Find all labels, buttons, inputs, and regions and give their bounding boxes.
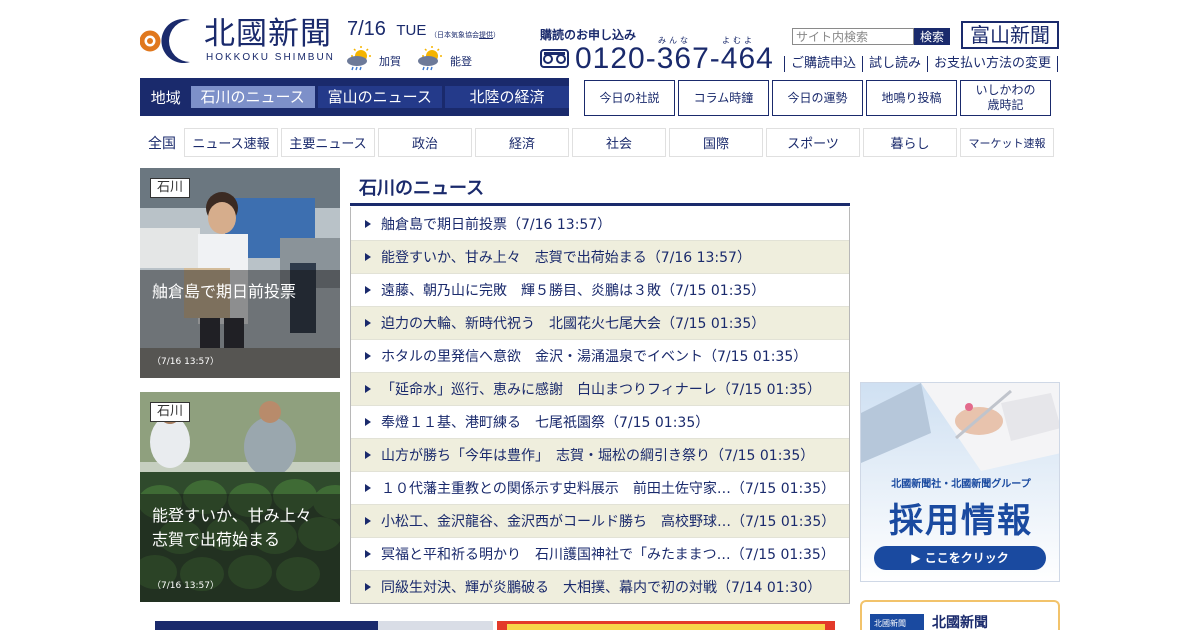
subscribe-link[interactable]: ご購読申込 [784,56,862,72]
toyama-shimbun-link[interactable]: 富山新聞 [961,21,1059,49]
column-jisho-button[interactable]: コラム時鐘 [678,80,769,116]
weather-credit: （日本気象協会提供） [430,31,500,39]
ishikawa-calendar-button[interactable]: いしかわの 歳時記 [960,80,1051,116]
category-nav: 全国 ニュース速報 主要ニュース 政治 経済 社会 国際 スポーツ 暮らし マー… [140,128,1057,157]
arrow-right-icon [365,219,371,228]
tab-ishikawa-news[interactable]: 石川のニュース [190,86,315,108]
search-button[interactable]: 検索 [914,28,950,45]
app-title: 北國新聞 [932,615,988,630]
logo-subtitle: HOKKOKU SHIMBUN [206,52,335,63]
recruit-title: 採用情報 [889,501,1033,541]
current-date: 7/16 TUE [347,18,426,41]
bottom-banner-2[interactable] [497,621,835,630]
search-input[interactable] [792,28,914,45]
subscription-phone[interactable]: 0120-367-464 [575,42,774,76]
weather-kaga[interactable]: 加賀 [345,44,401,72]
list-item[interactable]: ホタルの里発信へ意欲 金沢・湯涌温泉でイベント（7/15 01:35） [351,339,849,372]
arrow-right-icon [365,451,371,459]
list-item[interactable]: 奉燈１１基、港町練る 七尾祇園祭（7/15 01:35） [351,405,849,438]
featured-photo-1[interactable]: 石川 舳倉島で期日前投票 （7/16 13:57） [140,168,340,378]
category-society[interactable]: 社会 [572,128,666,157]
list-item[interactable]: 迫力の大輪、新時代祝う 北國花火七尾大会（7/15 01:35） [351,306,849,339]
category-economy[interactable]: 経済 [475,128,569,157]
category-lifestyle[interactable]: 暮らし [863,128,957,157]
photo-time: （7/16 13:57） [152,581,220,591]
arrow-right-icon [365,550,371,558]
app-banner[interactable]: 北國新聞 北國新聞 [860,600,1060,630]
trial-link[interactable]: 試し読み [862,56,927,72]
list-item[interactable]: 山方が勝ち「今年は豊作」 志賀・堀松の綱引き祭り（7/15 01:35） [351,438,849,471]
list-item[interactable]: 小松工、金沢龍谷、金沢西がコールド勝ち 高校野球…（7/15 01:35） [351,504,849,537]
tab-hokuriku-economy[interactable]: 北陸の経済 [444,86,570,108]
editorial-button[interactable]: 今日の社説 [584,80,675,116]
tab-toyama-news[interactable]: 富山のニュース [317,86,442,108]
list-item[interactable]: 同級生対決、輝が炎鵬破る 大相撲、幕内で初の対戦（7/14 01:30） [351,570,849,603]
weather-area-label: 加賀 [379,55,401,68]
arrow-right-icon [365,517,371,525]
category-breaking[interactable]: ニュース速報 [184,128,278,157]
weather-credit-link[interactable]: 提供 [479,31,493,39]
subscription-links: ご購読申込 試し読み お支払い方法の変更 [784,56,1059,72]
category-politics[interactable]: 政治 [378,128,472,157]
subscription-label: 購読のお申し込み [540,28,637,42]
arrow-right-icon [365,319,371,327]
featured-photo-2[interactable]: 石川 能登すいか、甘み上々 志賀で出荷始まる （7/16 13:57） [140,392,340,602]
site-search: 検索 [792,28,950,45]
arrow-right-icon [365,352,371,360]
category-sports[interactable]: スポーツ [766,128,860,157]
recruit-click-button[interactable]: ▶ ここをクリック [874,546,1046,570]
news-list: 舳倉島で期日前投票（7/16 13:57） 能登すいか、甘み上々 志賀で出荷始ま… [350,207,850,604]
photo-time: （7/16 13:57） [152,357,220,367]
list-item[interactable]: 遠藤、朝乃山に完敗 輝５勝目、炎鵬は３敗（7/15 01:35） [351,273,849,306]
recruit-subtitle: 北國新聞社・北國新聞グループ [891,479,1031,490]
logo-title: 北國新聞 [204,16,332,52]
region-label: 地域 [150,88,181,107]
list-item[interactable]: 能登すいか、甘み上々 志賀で出荷始まる（7/16 13:57） [351,240,849,273]
list-item[interactable]: １０代藩主重教との関係示す史料展示 前田土佐守家…（7/15 01:35） [351,471,849,504]
category-label: 全国 [148,135,176,152]
list-item[interactable]: 冥福と平和祈る明かり 石川護国神社で「みたままつ…（7/15 01:35） [351,537,849,570]
list-item[interactable]: 「延命水」巡行、恵みに感謝 白山まつりフィナーレ（7/15 01:35） [351,372,849,405]
date-value: 7/16 [347,18,386,40]
sun-cloud-rain-icon [347,46,371,71]
arrow-right-icon [365,385,371,393]
category-international[interactable]: 国際 [669,128,763,157]
recruit-banner[interactable]: 北國新聞社・北國新聞グループ 採用情報 ▶ ここをクリック [860,382,1060,582]
region-tag: 石川 [150,402,191,422]
arrow-right-icon [365,418,371,426]
fortune-button[interactable]: 今日の運勢 [772,80,863,116]
region-tag: 石川 [150,178,191,198]
arrow-right-icon [365,286,371,294]
reader-post-button[interactable]: 地鳴り投稿 [866,80,957,116]
free-dial-icon [540,49,569,68]
news-section-title: 石川のニュース [359,178,485,199]
region-nav: 地域 石川のニュース 富山のニュース 北陸の経済 [140,78,570,116]
category-main[interactable]: 主要ニュース [281,128,375,157]
arrow-right-icon [365,484,371,492]
site-logo[interactable]: 北國新聞 HOKKOKU SHIMBUN [140,14,340,68]
arrow-right-icon [365,253,371,261]
category-market[interactable]: マーケット速報 [960,128,1054,157]
weekday-value: TUE [396,22,427,39]
news-section-heading: 石川のニュース [350,170,850,206]
app-icon: 北國新聞 [870,614,924,630]
sun-cloud-rain-icon [418,46,442,71]
hokkoku-logo-mark-icon [140,19,190,64]
list-item[interactable]: 舳倉島で期日前投票（7/16 13:57） [351,207,849,240]
arrow-right-icon [365,583,371,591]
bottom-banner-1[interactable] [155,621,493,630]
banner-image [378,621,493,630]
banner-image [507,624,825,630]
column-buttons: 今日の社説 コラム時鐘 今日の運勢 地鳴り投稿 いしかわの 歳時記 [584,80,1054,116]
weather-area-label: 能登 [450,55,472,68]
payment-change-link[interactable]: お支払い方法の変更 [927,56,1059,72]
weather-noto[interactable]: 能登 [416,44,472,72]
